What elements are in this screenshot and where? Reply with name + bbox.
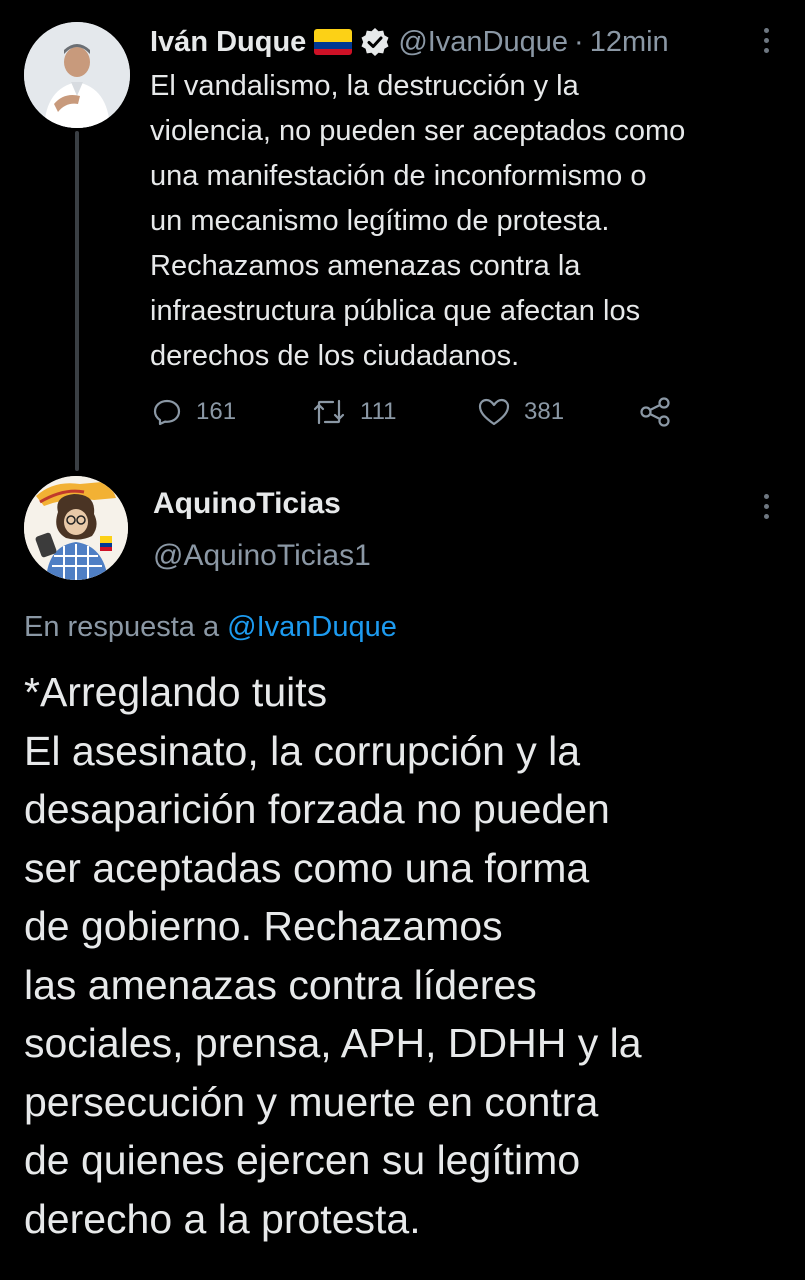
author-handle[interactable]: @IvanDuque bbox=[398, 22, 568, 62]
reply-author-avatar[interactable] bbox=[24, 476, 128, 580]
author-name[interactable]: Iván Duque bbox=[150, 22, 306, 62]
retweet-count: 111 bbox=[360, 398, 397, 425]
like-count: 381 bbox=[524, 398, 565, 425]
verified-badge-icon bbox=[360, 27, 390, 57]
tweet-timestamp[interactable]: 12min bbox=[590, 22, 669, 62]
colombia-flag-icon bbox=[314, 29, 353, 55]
reply-author-name[interactable]: AquinoTicias bbox=[153, 484, 341, 524]
share-icon bbox=[640, 397, 670, 427]
parent-tweet-text: El vandalismo, la destrucción y la viole… bbox=[150, 70, 686, 372]
replying-to-handle-link[interactable]: @IvanDuque bbox=[227, 611, 397, 643]
parent-tweet-header: Iván Duque @IvanDuque · 12min bbox=[150, 22, 669, 62]
reply-count: 161 bbox=[196, 398, 237, 425]
reply-tweet-text: *Arreglando tuits El asesinato, la corru… bbox=[24, 669, 642, 1242]
avatar-portrait-icon bbox=[24, 22, 130, 128]
share-button[interactable] bbox=[638, 392, 672, 432]
reply-button[interactable]: 161 bbox=[152, 392, 236, 432]
more-options-icon[interactable] bbox=[760, 28, 772, 53]
heart-icon bbox=[478, 398, 510, 426]
replying-to-line: En respuesta a @IvanDuque bbox=[24, 605, 397, 649]
like-button[interactable]: 381 bbox=[478, 392, 564, 432]
reply-icon bbox=[153, 399, 181, 426]
author-avatar[interactable] bbox=[24, 22, 130, 128]
retweet-button[interactable]: 111 bbox=[312, 392, 396, 432]
reply-more-options-icon[interactable] bbox=[760, 494, 772, 519]
avatar-cartoon-icon bbox=[24, 476, 128, 580]
tweet-actions: 161 111 381 bbox=[152, 392, 692, 432]
replying-to-label: En respuesta a bbox=[24, 611, 220, 643]
reply-author-handle[interactable]: @AquinoTicias1 bbox=[153, 536, 371, 576]
thread-connector-line bbox=[75, 131, 79, 471]
retweet-icon bbox=[313, 399, 345, 425]
header-separator: · bbox=[574, 26, 584, 58]
